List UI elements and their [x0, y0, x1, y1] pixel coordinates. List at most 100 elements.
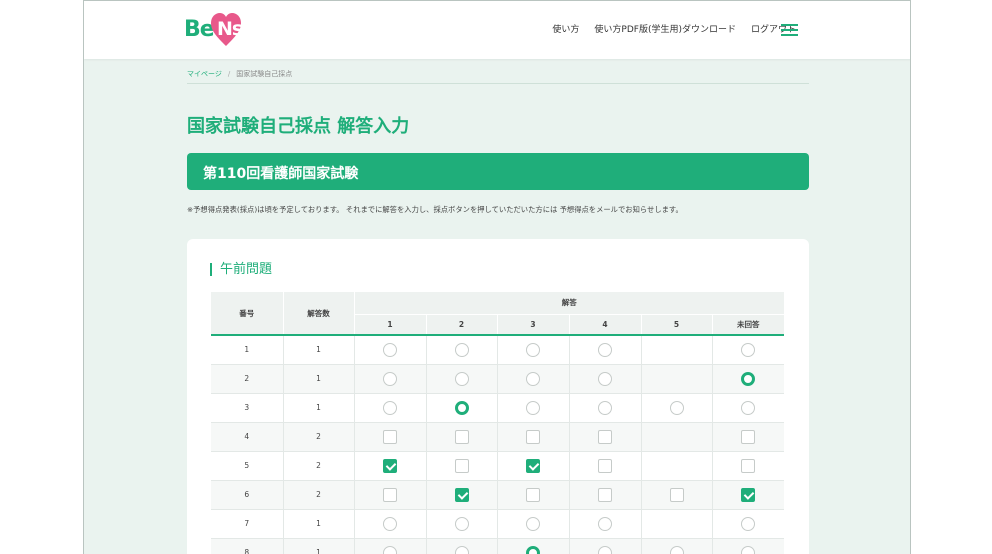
header-choice-3: 3 [497, 313, 570, 336]
answer-cell [569, 422, 642, 452]
nav-how-to-use[interactable]: 使い方 [552, 22, 579, 35]
hamburger-menu-icon[interactable] [781, 24, 798, 37]
answer-checkbox[interactable] [526, 458, 540, 473]
answer-cell [712, 451, 785, 481]
notice-text: ※予想得点発表(採点)は頃を予定しております。 それまでに解答を入力し、採点ボタ… [187, 205, 683, 214]
answer-cell [426, 480, 498, 510]
answer-radio[interactable] [669, 545, 684, 554]
answer-radio[interactable] [598, 516, 612, 531]
answer-cell [641, 335, 713, 365]
bens-logo[interactable]: Be Ns. [184, 13, 254, 47]
breadcrumb: マイページ / 国家試験自己採点 [187, 69, 292, 79]
answer-count: 1 [283, 538, 355, 554]
answer-cell [569, 335, 642, 365]
answer-radio[interactable] [741, 516, 756, 531]
answer-count: 1 [283, 393, 355, 423]
answer-cell [426, 364, 498, 394]
answer-radio[interactable] [454, 371, 469, 386]
answer-checkbox[interactable] [598, 429, 612, 444]
section-title: 午前問題 [210, 263, 272, 276]
answer-cell [354, 335, 427, 365]
table-row: 11 [211, 335, 785, 365]
question-number: 1 [211, 335, 284, 365]
header-nav: 使い方 使い方PDF版(学生用)ダウンロード ログアウト [552, 22, 796, 35]
answer-radio[interactable] [526, 545, 540, 554]
answer-cell [641, 509, 713, 539]
answer-checkbox[interactable] [383, 487, 397, 502]
answer-checkbox[interactable] [741, 487, 756, 502]
header-number: 番号 [211, 292, 284, 336]
answer-checkbox[interactable] [383, 458, 397, 473]
answer-radio[interactable] [383, 400, 397, 415]
exam-banner: 第110回看護師国家試験 [187, 153, 809, 190]
answer-checkbox[interactable] [454, 458, 469, 473]
header-choice-2: 2 [426, 313, 498, 336]
answer-radio[interactable] [383, 371, 397, 386]
answer-radio[interactable] [598, 545, 612, 554]
answer-radio[interactable] [526, 342, 540, 357]
answer-checkbox[interactable] [598, 487, 612, 502]
answer-cell [354, 422, 427, 452]
answer-cell [426, 538, 498, 554]
answer-radio[interactable] [741, 545, 756, 554]
answer-radio[interactable] [741, 400, 756, 415]
table-row: 52 [211, 451, 785, 481]
answer-checkbox[interactable] [454, 429, 469, 444]
answer-radio[interactable] [383, 342, 397, 357]
answer-cell [641, 451, 713, 481]
question-number: 8 [211, 538, 284, 554]
answer-checkbox[interactable] [383, 429, 397, 444]
answer-count: 1 [283, 364, 355, 394]
answer-checkbox[interactable] [741, 429, 756, 444]
answer-checkbox[interactable] [526, 487, 540, 502]
answer-cell [712, 509, 785, 539]
answer-radio[interactable] [669, 400, 684, 415]
answer-checkbox[interactable] [741, 458, 756, 473]
answer-radio[interactable] [741, 371, 756, 386]
answer-radio[interactable] [598, 371, 612, 386]
page-title: 国家試験自己採点 解答入力 [187, 116, 410, 137]
answer-radio[interactable] [454, 516, 469, 531]
answer-cell [712, 393, 785, 423]
answer-cell [497, 364, 570, 394]
table-row: 31 [211, 393, 785, 423]
answer-radio[interactable] [454, 545, 469, 554]
answer-count: 1 [283, 509, 355, 539]
answer-cell [569, 480, 642, 510]
site-header: Be Ns. 使い方 使い方PDF版(学生用)ダウンロード ログアウト [84, 1, 910, 59]
answer-checkbox[interactable] [454, 487, 469, 502]
question-number: 7 [211, 509, 284, 539]
answer-cell [354, 364, 427, 394]
answer-checkbox[interactable] [669, 487, 684, 502]
answer-radio[interactable] [598, 400, 612, 415]
answer-checkbox[interactable] [526, 429, 540, 444]
header-choice-4: 4 [569, 313, 642, 336]
question-number: 4 [211, 422, 284, 452]
answer-radio[interactable] [383, 516, 397, 531]
answer-radio[interactable] [526, 400, 540, 415]
question-number: 6 [211, 480, 284, 510]
answer-cell [426, 451, 498, 481]
answer-radio[interactable] [454, 400, 469, 415]
table-row: 62 [211, 480, 785, 510]
answer-cell [641, 480, 713, 510]
breadcrumb-home[interactable]: マイページ [187, 70, 222, 78]
answer-checkbox[interactable] [598, 458, 612, 473]
breadcrumb-separator: / [227, 70, 231, 78]
answer-radio[interactable] [598, 342, 612, 357]
answer-cell [426, 393, 498, 423]
answer-count: 2 [283, 480, 355, 510]
table-row: 42 [211, 422, 785, 452]
answer-cell [354, 538, 427, 554]
answer-cell [569, 538, 642, 554]
answer-cell [712, 480, 785, 510]
answer-cell [497, 422, 570, 452]
answer-radio[interactable] [526, 516, 540, 531]
answer-radio[interactable] [383, 545, 397, 554]
nav-pdf-download[interactable]: 使い方PDF版(学生用)ダウンロード [594, 22, 736, 35]
answer-count: 2 [283, 422, 355, 452]
answer-radio[interactable] [741, 342, 756, 357]
answer-radio[interactable] [454, 342, 469, 357]
header-unanswered: 未回答 [712, 313, 785, 336]
answer-radio[interactable] [526, 371, 540, 386]
